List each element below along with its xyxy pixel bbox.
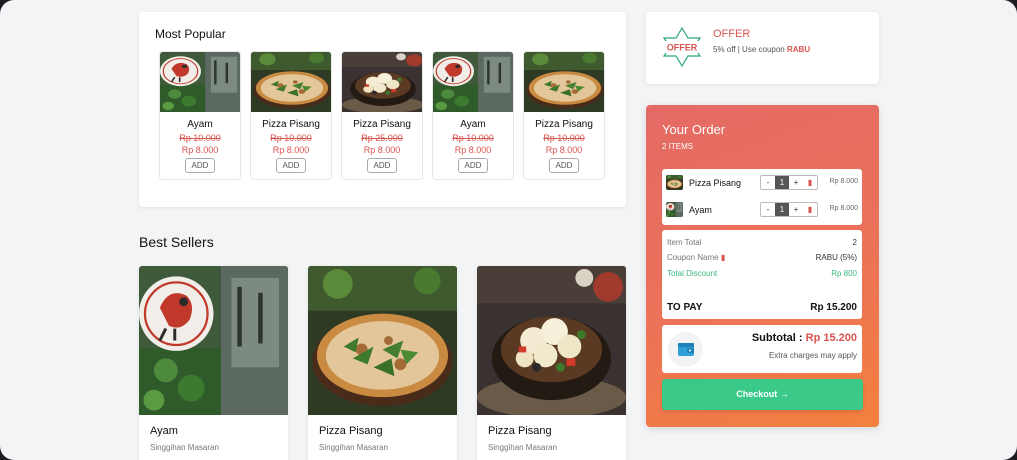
checkout-button[interactable]: Checkout → bbox=[662, 379, 863, 410]
discount-value: Rp 800 bbox=[831, 269, 857, 278]
popular-item-image bbox=[524, 52, 605, 112]
decrease-button[interactable]: - bbox=[761, 176, 775, 189]
offer-badge-text: OFFER bbox=[667, 43, 698, 53]
most-popular-title: Most Popular bbox=[155, 27, 226, 41]
add-button[interactable]: ADD bbox=[184, 158, 216, 173]
popular-item-name: Pizza Pisang bbox=[353, 119, 411, 130]
decrease-button[interactable]: - bbox=[761, 203, 775, 216]
quantity-value: 1 bbox=[775, 176, 789, 189]
order-item-thumbnail bbox=[666, 175, 683, 190]
coupon-tag-icon: ▮ bbox=[720, 253, 726, 262]
offer-card[interactable]: OFFER OFFER 5% off | Use coupon RABU bbox=[646, 12, 879, 84]
best-seller-name: Pizza Pisang bbox=[319, 425, 383, 437]
quantity-stepper: - 1 + ▮ bbox=[760, 175, 818, 190]
subtotal-value: Rp 15.200 bbox=[805, 332, 857, 344]
popular-item-image bbox=[160, 52, 241, 112]
discount-row: Total Discount Rp 800 bbox=[667, 269, 857, 278]
popular-item-old-price: Rp 10.000 bbox=[270, 133, 312, 143]
trash-icon[interactable]: ▮ bbox=[803, 203, 817, 216]
coupon-row: Coupon Name ▮ RABU (5%) bbox=[667, 253, 857, 262]
best-seller-name: Pizza Pisang bbox=[488, 425, 552, 437]
best-seller-image bbox=[477, 266, 626, 415]
popular-item[interactable]: Pizza Pisang Rp 25.000 Rp 8.000 ADD bbox=[341, 51, 423, 180]
offer-description: 5% off | Use coupon RABU bbox=[713, 45, 811, 54]
popular-item-price: Rp 8.000 bbox=[363, 145, 401, 155]
best-sellers-title: Best Sellers bbox=[139, 234, 214, 250]
increase-button[interactable]: + bbox=[789, 203, 803, 216]
add-button[interactable]: ADD bbox=[457, 158, 489, 173]
offer-title: OFFER bbox=[713, 28, 751, 40]
extra-charges-note: Extra charges may apply bbox=[768, 351, 857, 360]
item-total-row: Item Total 2 bbox=[667, 238, 857, 247]
best-seller-card[interactable]: Ayam Singgihan Masaran bbox=[139, 266, 288, 460]
order-items-list: Pizza Pisang - 1 + ▮ Rp 8.000 Ayam - 1 +… bbox=[662, 169, 862, 225]
popular-item-price: Rp 8.000 bbox=[272, 145, 310, 155]
order-item-count: 2 ITEMS bbox=[662, 142, 694, 151]
add-button[interactable]: ADD bbox=[275, 158, 307, 173]
order-item-price: Rp 8.000 bbox=[829, 205, 858, 212]
order-item-price: Rp 8.000 bbox=[829, 178, 858, 185]
popular-item[interactable]: Ayam Rp 10.000 Rp 8.000 ADD bbox=[432, 51, 514, 180]
popular-item[interactable]: Pizza Pisang Rp 10.000 Rp 8.000 ADD bbox=[250, 51, 332, 180]
subtotal-box: Subtotal : Rp 15.200 Extra charges may a… bbox=[662, 325, 862, 373]
popular-item-price: Rp 8.000 bbox=[181, 145, 219, 155]
coupon-value: RABU (5%) bbox=[815, 253, 857, 262]
add-button[interactable]: ADD bbox=[548, 158, 580, 173]
popular-item[interactable]: Ayam Rp 10.000 Rp 8.000 ADD bbox=[159, 51, 241, 180]
best-seller-name: Ayam bbox=[150, 425, 178, 437]
popular-item-name: Ayam bbox=[460, 119, 486, 130]
quantity-stepper: - 1 + ▮ bbox=[760, 202, 818, 217]
most-popular-list: Ayam Rp 10.000 Rp 8.000 ADD Pizza Pisang… bbox=[159, 51, 605, 180]
coupon-code: RABU bbox=[786, 45, 811, 54]
popular-item-old-price: Rp 25.000 bbox=[361, 133, 403, 143]
order-item: Ayam - 1 + ▮ Rp 8.000 bbox=[666, 200, 858, 220]
quantity-value: 1 bbox=[775, 203, 789, 216]
trash-icon[interactable]: ▮ bbox=[803, 176, 817, 189]
order-item-thumbnail bbox=[666, 202, 683, 217]
best-seller-restaurant: Singgihan Masaran bbox=[488, 443, 557, 452]
most-popular-section: Most Popular Ayam Rp 10.000 Rp 8.000 ADD… bbox=[139, 12, 626, 207]
popular-item-name: Pizza Pisang bbox=[262, 119, 320, 130]
best-seller-restaurant: Singgihan Masaran bbox=[319, 443, 388, 452]
best-seller-card[interactable]: Pizza Pisang Singgihan Masaran bbox=[308, 266, 457, 460]
order-item-name: Ayam bbox=[689, 205, 712, 215]
best-seller-image bbox=[308, 266, 457, 415]
popular-item-old-price: Rp 10.000 bbox=[179, 133, 221, 143]
order-item: Pizza Pisang - 1 + ▮ Rp 8.000 bbox=[666, 173, 858, 193]
to-pay-value: Rp 15.200 bbox=[810, 302, 857, 313]
popular-item-old-price: Rp 10.000 bbox=[452, 133, 494, 143]
item-total-value: 2 bbox=[852, 238, 857, 247]
popular-item-name: Ayam bbox=[187, 119, 213, 130]
order-item-name: Pizza Pisang bbox=[689, 178, 742, 188]
best-seller-image bbox=[139, 266, 288, 415]
best-seller-restaurant: Singgihan Masaran bbox=[150, 443, 219, 452]
subtotal-label: Subtotal : Rp 15.200 bbox=[751, 332, 857, 344]
popular-item[interactable]: Pizza Pisang Rp 10.000 Rp 8.000 ADD bbox=[523, 51, 605, 180]
offer-star-icon: OFFER bbox=[662, 26, 702, 68]
popular-item-old-price: Rp 10.000 bbox=[543, 133, 585, 143]
add-button[interactable]: ADD bbox=[366, 158, 398, 173]
best-seller-card[interactable]: Pizza Pisang Singgihan Masaran bbox=[477, 266, 626, 460]
popular-item-image bbox=[342, 52, 423, 112]
popular-item-image bbox=[433, 52, 514, 112]
popular-item-price: Rp 8.000 bbox=[545, 145, 583, 155]
popular-item-image bbox=[251, 52, 332, 112]
increase-button[interactable]: + bbox=[789, 176, 803, 189]
order-panel: Your Order 2 ITEMS Pizza Pisang - 1 + ▮ … bbox=[646, 105, 879, 427]
page: Most Popular Ayam Rp 10.000 Rp 8.000 ADD… bbox=[0, 0, 1017, 460]
order-summary: Item Total 2 Coupon Name ▮ RABU (5%) Tot… bbox=[662, 230, 862, 319]
popular-item-price: Rp 8.000 bbox=[454, 145, 492, 155]
wallet-icon bbox=[678, 343, 694, 356]
popular-item-name: Pizza Pisang bbox=[535, 119, 593, 130]
to-pay-row: TO PAY Rp 15.200 bbox=[667, 302, 857, 313]
order-title: Your Order bbox=[662, 122, 726, 137]
